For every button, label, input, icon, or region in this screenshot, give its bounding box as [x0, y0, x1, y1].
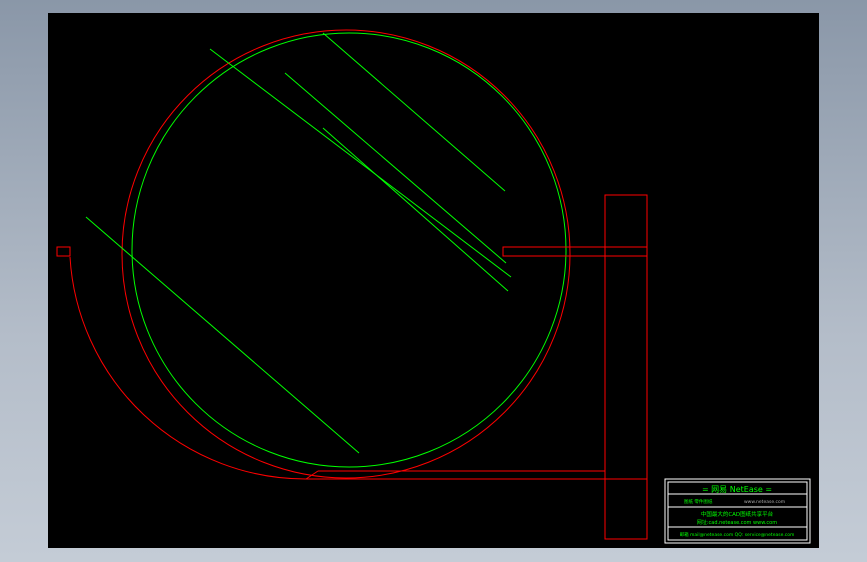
cad-viewport[interactable]: = 网易 NetEase = 图纸 零件图纸 www.netease.com 中…: [48, 13, 819, 548]
hatch-line-3: [322, 127, 509, 292]
hatch-line-5: [85, 216, 360, 454]
title-header: = 网易 NetEase =: [702, 485, 772, 494]
inner-circle: [131, 32, 567, 468]
title-line2: 中国最大的CAD图纸共享平台: [701, 510, 774, 518]
cad-drawing: = 网易 NetEase = 图纸 零件图纸 www.netease.com 中…: [56, 29, 811, 544]
ring-offset-arc: [69, 256, 307, 480]
bracket-arm: [502, 246, 648, 257]
hatch-line-1: [209, 48, 512, 278]
title-block: = 网易 NetEase = 图纸 零件图纸 www.netease.com 中…: [664, 478, 811, 544]
title-line4: 邮箱 mail@netease.com QQ: service@netease.…: [680, 531, 795, 538]
left-tab: [56, 246, 71, 257]
hatch-line-4: [322, 32, 506, 192]
title-line1-left: 图纸 零件图纸: [684, 498, 713, 505]
hatch-line-2: [284, 72, 507, 264]
title-line1-right: www.netease.com: [744, 499, 785, 505]
title-line3: 网址:cad.netease.com www.com: [697, 519, 777, 526]
